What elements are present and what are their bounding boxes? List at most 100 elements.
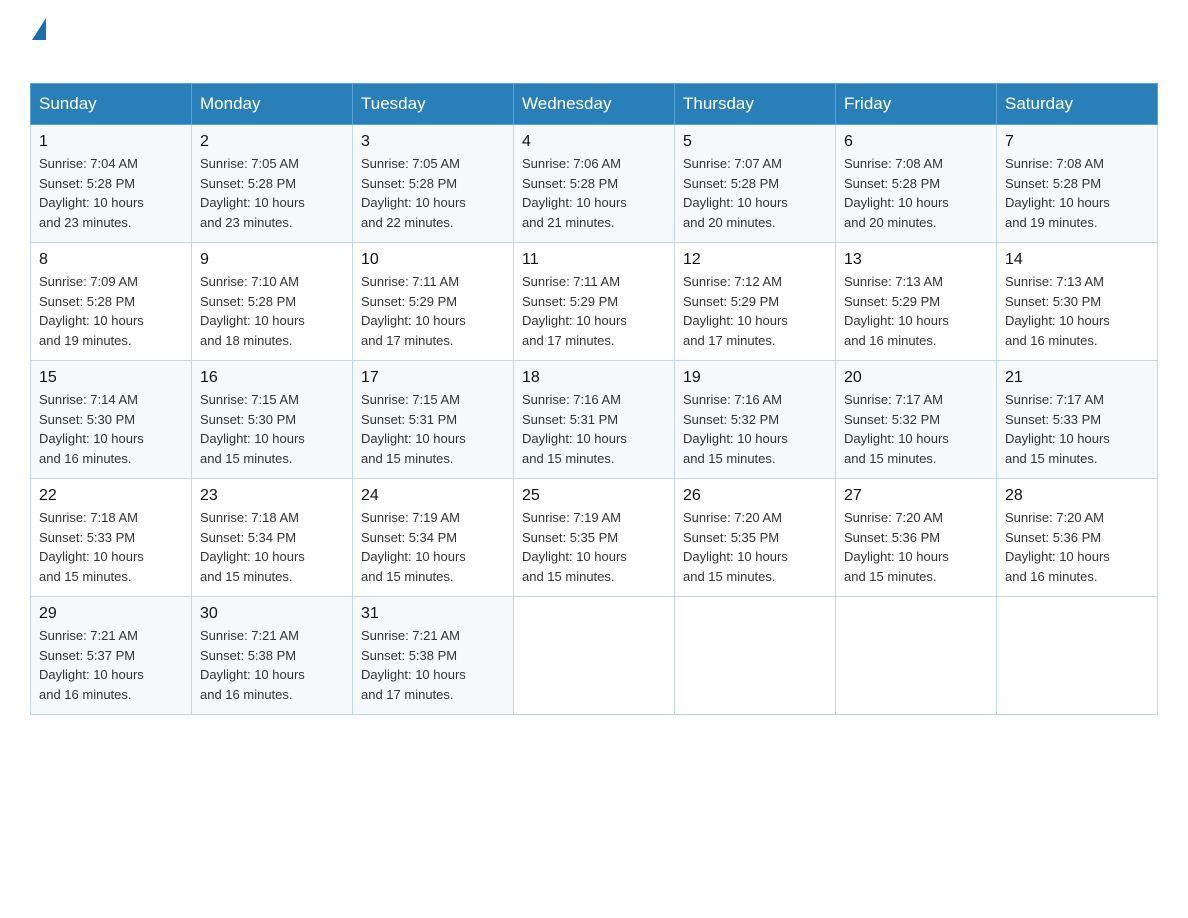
logo — [30, 20, 46, 73]
day-number: 13 — [844, 251, 988, 269]
day-info: Sunrise: 7:11 AMSunset: 5:29 PMDaylight:… — [522, 274, 627, 348]
calendar-week-3: 15Sunrise: 7:14 AMSunset: 5:30 PMDayligh… — [31, 361, 1158, 479]
day-number: 5 — [683, 133, 827, 151]
calendar-day-empty — [675, 597, 836, 715]
day-number: 14 — [1005, 251, 1149, 269]
calendar-day-22: 22 Sunrise: 7:18 AMSunset: 5:33 PMDayligh… — [31, 479, 192, 597]
day-number: 31 — [361, 605, 505, 623]
day-number: 19 — [683, 369, 827, 387]
calendar-header-row: SundayMondayTuesdayWednesdayThursdayFrid… — [31, 84, 1158, 125]
day-info: Sunrise: 7:20 AMSunset: 5:36 PMDaylight:… — [1005, 510, 1110, 584]
calendar-day-empty — [836, 597, 997, 715]
day-number: 7 — [1005, 133, 1149, 151]
header-day-sunday: Sunday — [31, 84, 192, 125]
header-day-tuesday: Tuesday — [353, 84, 514, 125]
day-info: Sunrise: 7:20 AMSunset: 5:35 PMDaylight:… — [683, 510, 788, 584]
day-info: Sunrise: 7:16 AMSunset: 5:31 PMDaylight:… — [522, 392, 627, 466]
day-info: Sunrise: 7:16 AMSunset: 5:32 PMDaylight:… — [683, 392, 788, 466]
calendar-day-28: 28 Sunrise: 7:20 AMSunset: 5:36 PMDayligh… — [997, 479, 1158, 597]
calendar-day-8: 8Sunrise: 7:09 AMSunset: 5:28 PMDaylight… — [31, 243, 192, 361]
calendar-week-1: 1 Sunrise: 7:04 AMSunset: 5:28 PMDaylight… — [31, 125, 1158, 243]
calendar-day-17: 17 Sunrise: 7:15 AMSunset: 5:31 PMDayligh… — [353, 361, 514, 479]
header-day-friday: Friday — [836, 84, 997, 125]
day-number: 16 — [200, 369, 344, 387]
day-number: 23 — [200, 487, 344, 505]
day-number: 26 — [683, 487, 827, 505]
calendar-day-10: 10 Sunrise: 7:11 AMSunset: 5:29 PMDayligh… — [353, 243, 514, 361]
day-number: 25 — [522, 487, 666, 505]
day-number: 12 — [683, 251, 827, 269]
calendar-day-15: 15Sunrise: 7:14 AMSunset: 5:30 PMDayligh… — [31, 361, 192, 479]
day-info: Sunrise: 7:10 AMSunset: 5:28 PMDaylight:… — [200, 274, 305, 348]
day-number: 3 — [361, 133, 505, 151]
day-info: Sunrise: 7:17 AMSunset: 5:33 PMDaylight:… — [1005, 392, 1110, 466]
day-info: Sunrise: 7:08 AMSunset: 5:28 PMDaylight:… — [1005, 156, 1110, 230]
day-info: Sunrise: 7:21 AMSunset: 5:38 PMDaylight:… — [361, 628, 466, 702]
calendar-day-24: 24 Sunrise: 7:19 AMSunset: 5:34 PMDayligh… — [353, 479, 514, 597]
day-info: Sunrise: 7:13 AMSunset: 5:29 PMDaylight:… — [844, 274, 949, 348]
day-number: 1 — [39, 133, 183, 151]
header-day-monday: Monday — [192, 84, 353, 125]
day-number: 6 — [844, 133, 988, 151]
calendar-day-31: 31 Sunrise: 7:21 AMSunset: 5:38 PMDayligh… — [353, 597, 514, 715]
calendar-day-3: 3 Sunrise: 7:05 AMSunset: 5:28 PMDaylight… — [353, 125, 514, 243]
day-number: 11 — [522, 251, 666, 269]
calendar-day-7: 7 Sunrise: 7:08 AMSunset: 5:28 PMDaylight… — [997, 125, 1158, 243]
day-info: Sunrise: 7:06 AMSunset: 5:28 PMDaylight:… — [522, 156, 627, 230]
day-info: Sunrise: 7:17 AMSunset: 5:32 PMDaylight:… — [844, 392, 949, 466]
day-number: 24 — [361, 487, 505, 505]
day-info: Sunrise: 7:18 AMSunset: 5:34 PMDaylight:… — [200, 510, 305, 584]
calendar-day-19: 19 Sunrise: 7:16 AMSunset: 5:32 PMDayligh… — [675, 361, 836, 479]
day-info: Sunrise: 7:05 AMSunset: 5:28 PMDaylight:… — [361, 156, 466, 230]
calendar-day-1: 1 Sunrise: 7:04 AMSunset: 5:28 PMDaylight… — [31, 125, 192, 243]
day-info: Sunrise: 7:21 AMSunset: 5:38 PMDaylight:… — [200, 628, 305, 702]
calendar-day-empty — [997, 597, 1158, 715]
calendar-day-23: 23 Sunrise: 7:18 AMSunset: 5:34 PMDayligh… — [192, 479, 353, 597]
day-info: Sunrise: 7:19 AMSunset: 5:35 PMDaylight:… — [522, 510, 627, 584]
calendar-day-12: 12Sunrise: 7:12 AMSunset: 5:29 PMDayligh… — [675, 243, 836, 361]
day-number: 29 — [39, 605, 183, 623]
day-info: Sunrise: 7:11 AMSunset: 5:29 PMDaylight:… — [361, 274, 466, 348]
day-info: Sunrise: 7:08 AMSunset: 5:28 PMDaylight:… — [844, 156, 949, 230]
day-info: Sunrise: 7:20 AMSunset: 5:36 PMDaylight:… — [844, 510, 949, 584]
day-number: 20 — [844, 369, 988, 387]
day-info: Sunrise: 7:07 AMSunset: 5:28 PMDaylight:… — [683, 156, 788, 230]
day-info: Sunrise: 7:19 AMSunset: 5:34 PMDaylight:… — [361, 510, 466, 584]
calendar-day-30: 30 Sunrise: 7:21 AMSunset: 5:38 PMDayligh… — [192, 597, 353, 715]
day-info: Sunrise: 7:09 AMSunset: 5:28 PMDaylight:… — [39, 274, 144, 348]
logo-triangle-icon — [32, 18, 46, 40]
calendar-day-empty — [514, 597, 675, 715]
day-number: 2 — [200, 133, 344, 151]
calendar-week-5: 29Sunrise: 7:21 AMSunset: 5:37 PMDayligh… — [31, 597, 1158, 715]
calendar-day-20: 20 Sunrise: 7:17 AMSunset: 5:32 PMDayligh… — [836, 361, 997, 479]
day-number: 17 — [361, 369, 505, 387]
calendar-day-29: 29Sunrise: 7:21 AMSunset: 5:37 PMDayligh… — [31, 597, 192, 715]
calendar-day-6: 6 Sunrise: 7:08 AMSunset: 5:28 PMDaylight… — [836, 125, 997, 243]
header-day-thursday: Thursday — [675, 84, 836, 125]
day-number: 9 — [200, 251, 344, 269]
calendar-day-27: 27 Sunrise: 7:20 AMSunset: 5:36 PMDayligh… — [836, 479, 997, 597]
calendar-day-14: 14 Sunrise: 7:13 AMSunset: 5:30 PMDayligh… — [997, 243, 1158, 361]
day-info: Sunrise: 7:15 AMSunset: 5:31 PMDaylight:… — [361, 392, 466, 466]
day-number: 4 — [522, 133, 666, 151]
calendar-day-13: 13 Sunrise: 7:13 AMSunset: 5:29 PMDayligh… — [836, 243, 997, 361]
calendar-table: SundayMondayTuesdayWednesdayThursdayFrid… — [30, 83, 1158, 715]
day-number: 30 — [200, 605, 344, 623]
calendar-day-5: 5 Sunrise: 7:07 AMSunset: 5:28 PMDaylight… — [675, 125, 836, 243]
day-number: 18 — [522, 369, 666, 387]
calendar-day-21: 21 Sunrise: 7:17 AMSunset: 5:33 PMDayligh… — [997, 361, 1158, 479]
calendar-day-18: 18 Sunrise: 7:16 AMSunset: 5:31 PMDayligh… — [514, 361, 675, 479]
day-number: 28 — [1005, 487, 1149, 505]
calendar-day-2: 2 Sunrise: 7:05 AMSunset: 5:28 PMDaylight… — [192, 125, 353, 243]
day-info: Sunrise: 7:18 AMSunset: 5:33 PMDaylight:… — [39, 510, 144, 584]
calendar-week-2: 8Sunrise: 7:09 AMSunset: 5:28 PMDaylight… — [31, 243, 1158, 361]
day-number: 27 — [844, 487, 988, 505]
day-info: Sunrise: 7:15 AMSunset: 5:30 PMDaylight:… — [200, 392, 305, 466]
day-number: 21 — [1005, 369, 1149, 387]
day-number: 22 — [39, 487, 183, 505]
day-info: Sunrise: 7:04 AMSunset: 5:28 PMDaylight:… — [39, 156, 144, 230]
calendar-day-11: 11 Sunrise: 7:11 AMSunset: 5:29 PMDayligh… — [514, 243, 675, 361]
day-info: Sunrise: 7:05 AMSunset: 5:28 PMDaylight:… — [200, 156, 305, 230]
day-number: 10 — [361, 251, 505, 269]
day-info: Sunrise: 7:13 AMSunset: 5:30 PMDaylight:… — [1005, 274, 1110, 348]
